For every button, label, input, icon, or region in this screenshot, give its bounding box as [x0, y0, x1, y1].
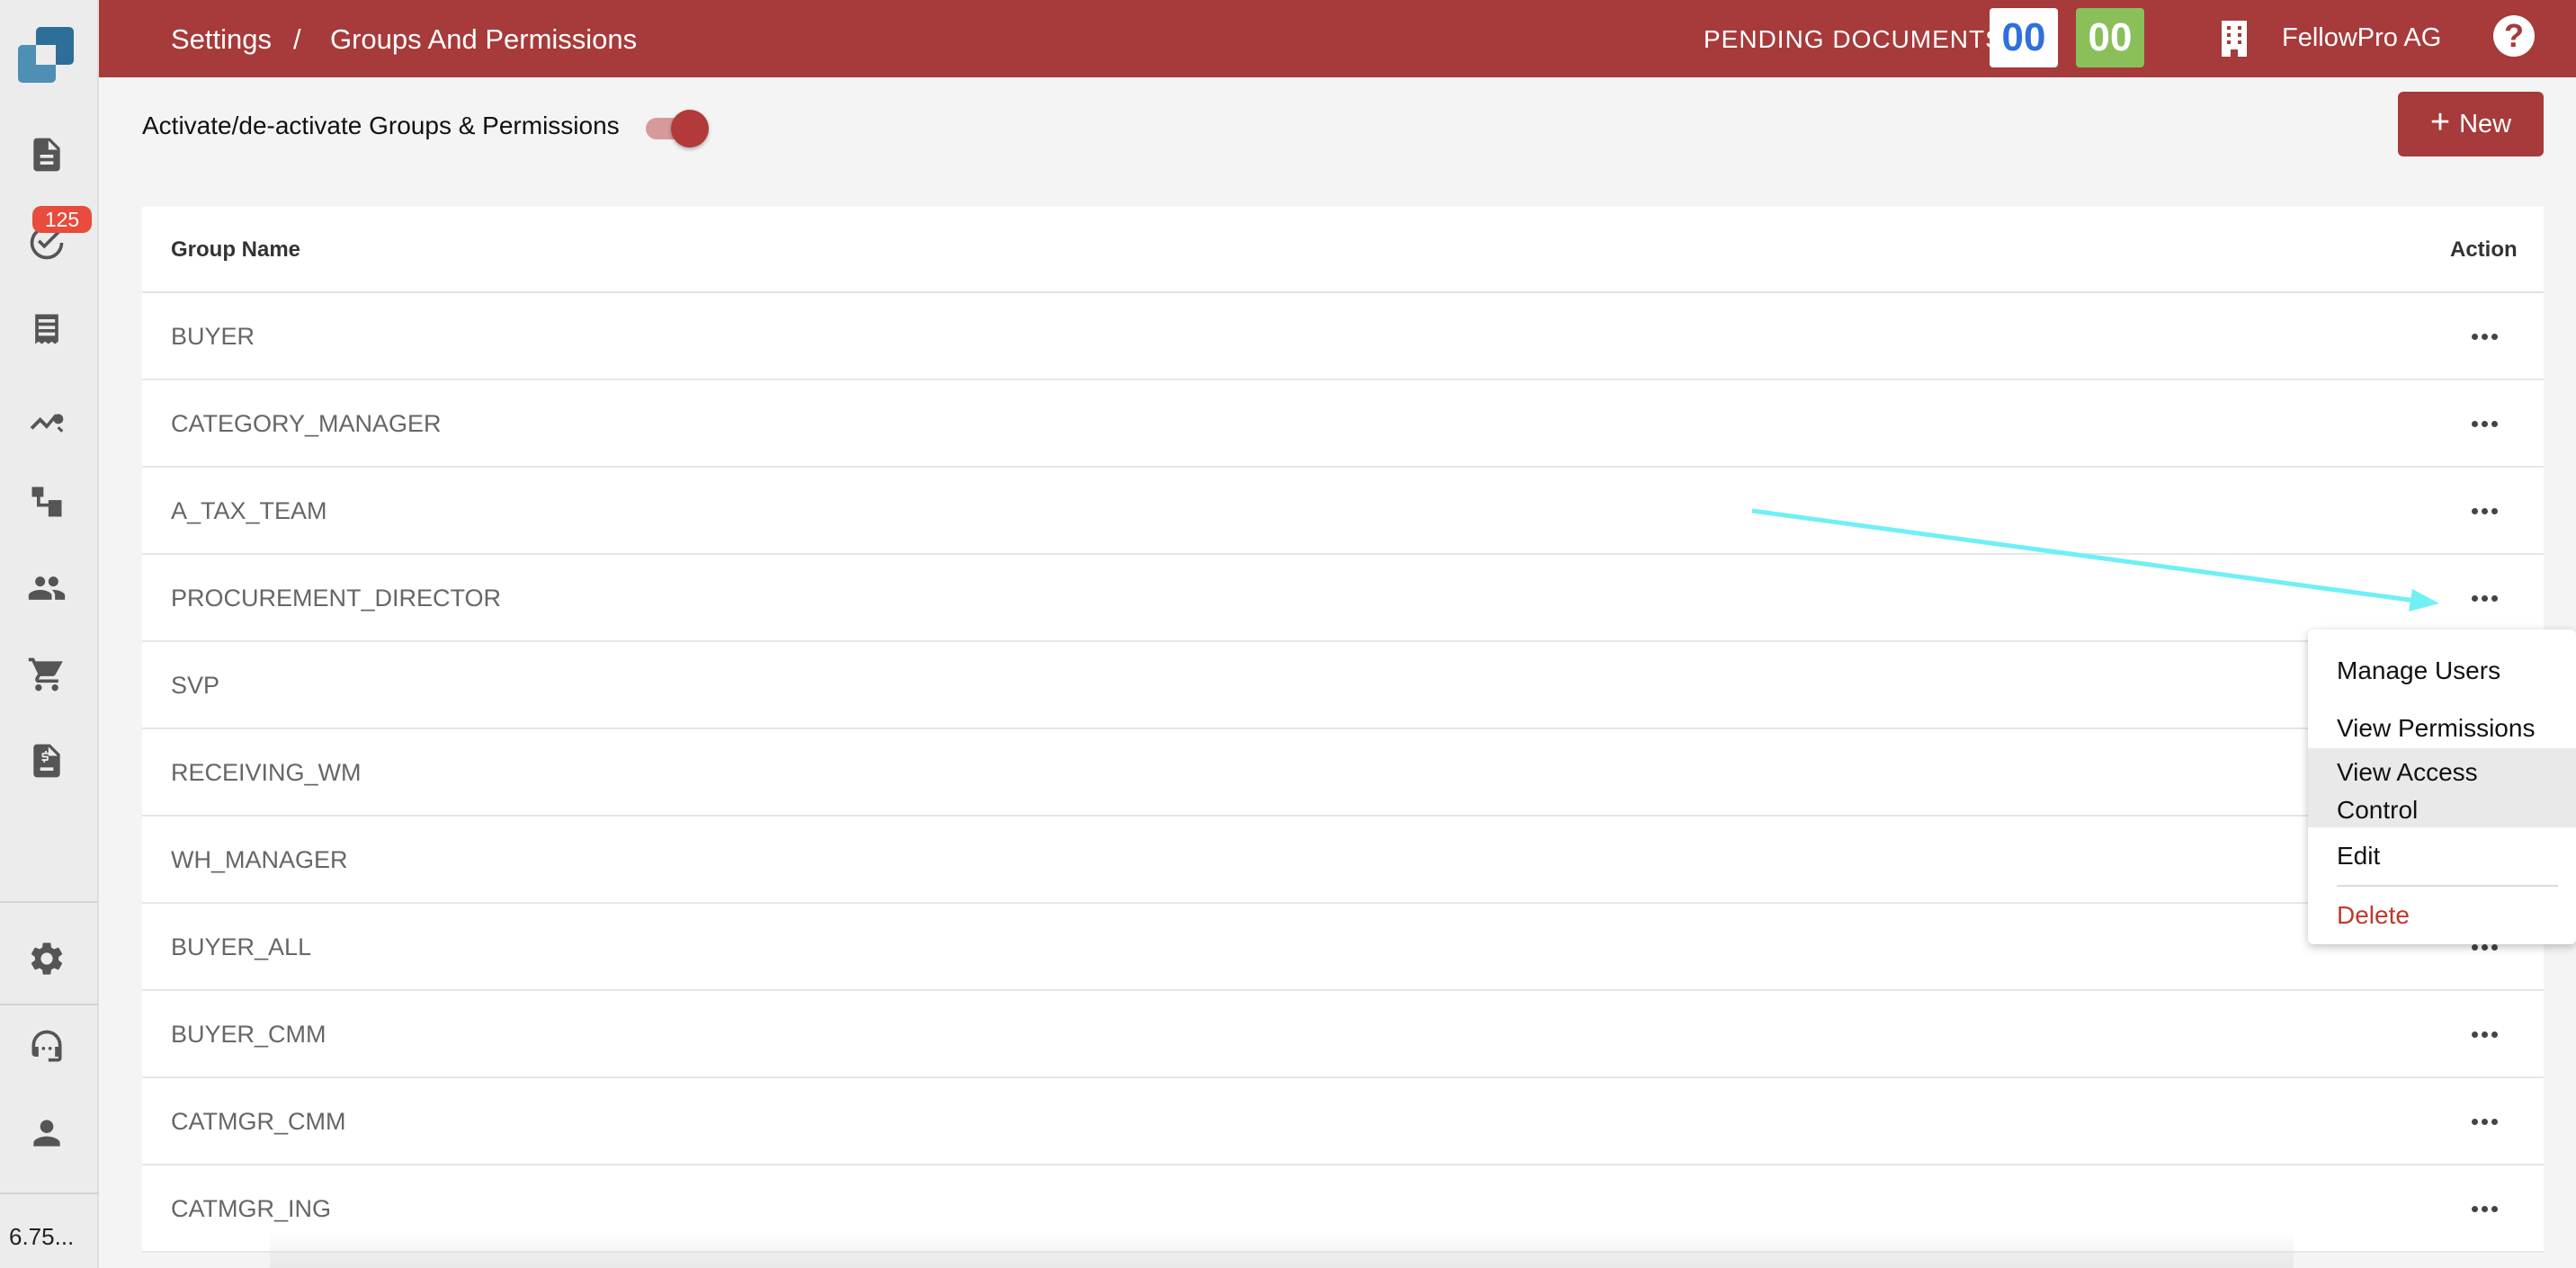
- group-name-cell: CATMGR_ING: [171, 1195, 332, 1222]
- receipt-icon[interactable]: [25, 308, 68, 351]
- menu-item-view-access-control[interactable]: View Access Control: [2308, 748, 2576, 827]
- company-name[interactable]: FellowPro AG: [2282, 23, 2441, 53]
- plus-icon: +: [2429, 103, 2451, 141]
- tasks-count-badge: 125: [32, 206, 92, 233]
- table-row[interactable]: A_TAX_TEAM: [142, 468, 2544, 555]
- document-icon[interactable]: [25, 133, 68, 176]
- table-row[interactable]: BUYER_ALL: [142, 904, 2544, 991]
- invoice-icon[interactable]: [25, 739, 68, 782]
- table-row[interactable]: BUYER: [142, 293, 2544, 380]
- table-header: Group Name Action: [142, 207, 2544, 293]
- pending-documents-blue-count[interactable]: 00: [1990, 8, 2058, 67]
- page-title: Groups And Permissions: [330, 23, 638, 55]
- menu-item-view-access-line2: Control: [2337, 796, 2419, 824]
- menu-item-view-access-line1: View Access: [2337, 758, 2478, 786]
- more-actions-icon[interactable]: [2464, 1191, 2504, 1227]
- column-group-name: Group Name: [171, 237, 301, 262]
- pending-documents-label: PENDING DOCUMENTS:: [1704, 25, 2011, 53]
- breadcrumb-settings[interactable]: Settings: [171, 23, 272, 56]
- help-icon[interactable]: ?: [2493, 15, 2535, 57]
- breadcrumb-separator: /: [293, 23, 301, 55]
- people-icon[interactable]: [25, 567, 68, 610]
- group-name-cell: A_TAX_TEAM: [171, 497, 327, 524]
- more-actions-icon[interactable]: [2464, 318, 2504, 354]
- group-name-cell: CATEGORY_MANAGER: [171, 410, 442, 437]
- menu-item-edit[interactable]: Edit: [2308, 827, 2576, 885]
- table-row[interactable]: BUYER_CMM: [142, 991, 2544, 1078]
- group-name-cell: WH_MANAGER: [171, 846, 348, 873]
- hierarchy-icon[interactable]: [25, 480, 68, 523]
- user-icon[interactable]: [25, 1112, 68, 1155]
- more-actions-icon[interactable]: [2464, 493, 2504, 529]
- scroll-fade: [270, 1232, 2294, 1268]
- group-name-cell: SVP: [171, 672, 220, 699]
- new-group-button[interactable]: + New: [2398, 92, 2544, 156]
- pending-documents-green-count[interactable]: 00: [2076, 8, 2144, 67]
- table-row[interactable]: SVP: [142, 642, 2544, 729]
- new-button-label: New: [2459, 109, 2512, 138]
- table-row[interactable]: CATEGORY_MANAGER: [142, 380, 2544, 468]
- groups-permissions-toggle[interactable]: [646, 110, 709, 147]
- more-actions-icon[interactable]: [2464, 1103, 2504, 1139]
- menu-item-delete[interactable]: Delete: [2308, 887, 2576, 944]
- group-name-cell: BUYER_ALL: [171, 933, 312, 960]
- support-agent-icon[interactable]: [25, 1025, 68, 1068]
- menu-item-manage-users[interactable]: Manage Users: [2308, 642, 2576, 700]
- group-name-cell: BUYER_CMM: [171, 1021, 326, 1048]
- group-name-cell: RECEIVING_WM: [171, 759, 362, 786]
- building-icon: [2222, 21, 2247, 57]
- group-name-cell: BUYER: [171, 323, 255, 350]
- analytics-search-icon[interactable]: [25, 396, 68, 439]
- table-row[interactable]: WH_MANAGER: [142, 817, 2544, 904]
- table-row[interactable]: PROCUREMENT_DIRECTOR: [142, 555, 2544, 642]
- groups-table: Group Name Action BUYER CATEGORY_MANAGER…: [142, 207, 2544, 1253]
- sidebar: 125 6.75...: [0, 0, 99, 1268]
- groups-toggle-label: Activate/de-activate Groups & Permission…: [142, 112, 620, 139]
- cart-icon[interactable]: [25, 653, 68, 696]
- more-actions-icon[interactable]: [2464, 1016, 2504, 1052]
- app-version: 6.75...: [9, 1223, 75, 1250]
- more-actions-icon[interactable]: [2464, 580, 2504, 616]
- group-name-cell: PROCUREMENT_DIRECTOR: [171, 585, 502, 612]
- table-row[interactable]: RECEIVING_WM: [142, 729, 2544, 817]
- table-row[interactable]: CATMGR_CMM: [142, 1078, 2544, 1165]
- column-action: Action: [2450, 237, 2518, 262]
- row-action-menu: Manage Users View Permissions View Acces…: [2308, 630, 2576, 944]
- group-name-cell: CATMGR_CMM: [171, 1108, 346, 1135]
- gear-icon[interactable]: [25, 937, 68, 980]
- top-bar: Settings / Groups And Permissions PENDIN…: [99, 0, 2576, 77]
- more-actions-icon[interactable]: [2464, 406, 2504, 442]
- app-logo-icon[interactable]: [18, 27, 76, 85]
